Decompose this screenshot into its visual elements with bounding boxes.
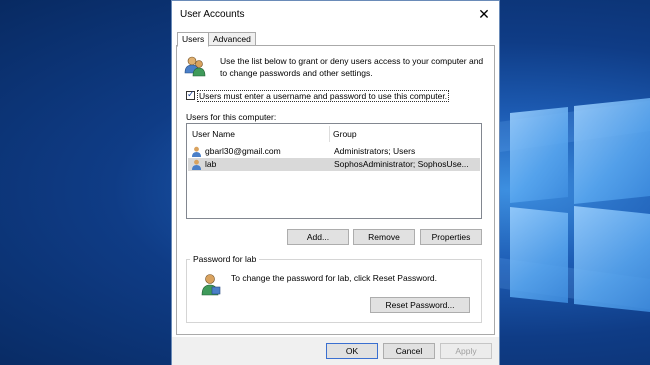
user-icon xyxy=(192,159,201,170)
row-username: lab xyxy=(205,159,217,169)
table-row[interactable]: lab SophosAdministrator; SophosUse... xyxy=(188,158,480,171)
row-username: gbarl30@gmail.com xyxy=(205,146,281,156)
table-row[interactable]: gbarl30@gmail.com Administrators; Users xyxy=(188,145,480,158)
users-listbox[interactable]: User Name Group gbarl30@gmail.com Admini… xyxy=(186,123,482,219)
remove-button[interactable]: Remove xyxy=(353,229,415,245)
reset-password-button[interactable]: Reset Password... xyxy=(370,297,470,313)
title-bar: User Accounts ✕ xyxy=(172,1,499,29)
intro-line-1: Use the list below to grant or deny user… xyxy=(220,56,484,66)
password-groupbox xyxy=(186,259,482,323)
users-icon xyxy=(184,56,206,77)
row-group: Administrators; Users xyxy=(334,146,416,156)
close-icon[interactable]: ✕ xyxy=(475,5,493,23)
require-login-label[interactable]: Users must enter a username and password… xyxy=(197,90,450,102)
password-group-title: Password for lab xyxy=(190,254,260,264)
intro-text: Use the list below to grant or deny user… xyxy=(220,55,490,79)
require-login-checkbox[interactable] xyxy=(186,89,195,100)
cancel-button[interactable]: Cancel xyxy=(383,343,435,359)
apply-button[interactable]: Apply xyxy=(440,343,492,359)
column-divider[interactable] xyxy=(329,126,330,142)
user-icon xyxy=(192,146,201,157)
windows-logo xyxy=(500,98,650,320)
column-header-username[interactable]: User Name xyxy=(192,129,235,139)
users-list-label: Users for this computer: xyxy=(186,112,277,122)
column-header-group[interactable]: Group xyxy=(333,129,357,139)
row-group: SophosAdministrator; SophosUse... xyxy=(334,159,469,169)
password-user-icon xyxy=(201,274,221,296)
password-instructions: To change the password for lab, click Re… xyxy=(231,273,437,283)
add-button[interactable]: Add... xyxy=(287,229,349,245)
ok-button[interactable]: OK xyxy=(326,343,378,359)
dialog-title: User Accounts xyxy=(180,9,245,20)
user-accounts-dialog: User Accounts ✕ Users Advanced Use the l… xyxy=(171,0,500,365)
intro-line-2: to change passwords and other settings. xyxy=(220,68,373,78)
tab-users[interactable]: Users xyxy=(177,32,210,47)
properties-button[interactable]: Properties xyxy=(420,229,482,245)
